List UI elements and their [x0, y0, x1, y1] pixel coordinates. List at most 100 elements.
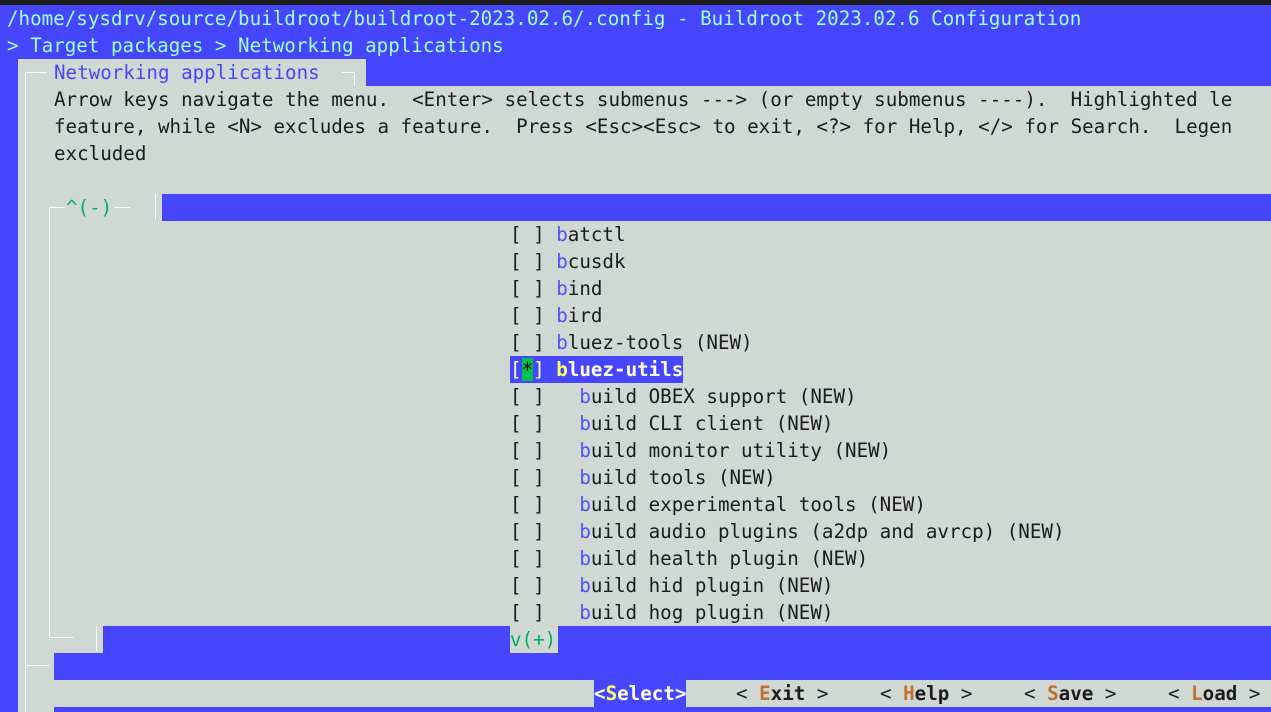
menuconfig-dialog: Networking applications Arrow keys navig…	[18, 59, 1271, 712]
menu-item-selected[interactable]: [*] bluez-utils	[510, 356, 684, 383]
menu-item[interactable]: [ ] build health plugin (NEW)	[510, 545, 868, 572]
menu-border-left	[49, 207, 50, 637]
menu-item-checkbox[interactable]: [ ]	[510, 223, 545, 246]
button-label: ave	[1058, 682, 1094, 705]
button-save[interactable]: < Save >	[1024, 680, 1116, 707]
scroll-up-indicator[interactable]: ^(-)	[66, 194, 112, 221]
menu-item[interactable]: [ ] bcusdk	[510, 248, 626, 275]
button-bracket-close: >	[1093, 682, 1117, 705]
menu-item-label: luez-tools (NEW)	[567, 331, 753, 354]
menu-item-checkbox[interactable]: [ ]	[510, 439, 545, 462]
menu-item-checkbox[interactable]: [*]	[510, 358, 545, 381]
menu-item-hotkey: b	[579, 601, 591, 624]
menu-item[interactable]: [ ] batctl	[510, 221, 626, 248]
menu-item-hotkey: b	[556, 277, 568, 300]
dialog-border-top-right	[342, 72, 354, 73]
menu-item-spacer	[545, 223, 557, 246]
menu-item-checkbox[interactable]: [ ]	[510, 547, 545, 570]
menu-item-checkbox[interactable]: [ ]	[510, 466, 545, 489]
button-hotkey: L	[1191, 682, 1203, 705]
menu-item-spacer	[545, 547, 580, 570]
menu-border-bottom-tick	[96, 626, 97, 651]
menu-item-checkbox[interactable]: [ ]	[510, 250, 545, 273]
menu-item[interactable]: [ ] build tools (NEW)	[510, 464, 776, 491]
menu-item[interactable]: [ ] build hid plugin (NEW)	[510, 572, 833, 599]
menu-item-checkbox[interactable]: [ ]	[510, 412, 545, 435]
button-separator-band	[54, 653, 1271, 680]
menu-bottom-band-right	[558, 626, 1271, 653]
dialog-border-top-left	[25, 72, 47, 73]
menu-item[interactable]: [ ] bluez-tools (NEW)	[510, 329, 753, 356]
checkbox-bracket-open: [	[510, 358, 522, 381]
menu-item-label: uild audio plugins (a2dp and avrcp) (NEW…	[590, 520, 1065, 543]
menu-border-top-mid	[114, 207, 130, 208]
menu-item-spacer	[545, 277, 557, 300]
menu-item-label: uild hid plugin (NEW)	[590, 574, 834, 597]
menu-item-label: cusdk	[567, 250, 626, 273]
menu-item-hotkey: b	[556, 304, 568, 327]
menu-border-tick	[155, 194, 156, 219]
scroll-down-indicator[interactable]: v(+)	[510, 626, 557, 653]
button-bracket-open: <	[594, 682, 606, 705]
menu-top-band	[162, 194, 1271, 221]
button-bracket-close: >	[1237, 682, 1261, 705]
breadcrumb: > Target packages > Networking applicati…	[7, 34, 504, 57]
button-load[interactable]: < Load >	[1168, 680, 1260, 707]
menu-item-label: uild tools (NEW)	[590, 466, 776, 489]
menu-item[interactable]: [ ] bind	[510, 275, 602, 302]
menu-item-label: ind	[567, 277, 603, 300]
button-separator-left	[25, 665, 49, 666]
menu-item-label: uild CLI client (NEW)	[590, 412, 834, 435]
menu-item-checkbox[interactable]: [ ]	[510, 277, 545, 300]
menu-item[interactable]: [ ] build audio plugins (a2dp and avrcp)…	[510, 518, 1065, 545]
menu-item-spacer	[545, 331, 557, 354]
window-title: /home/sysdrv/source/buildroot/buildroot-…	[7, 7, 1082, 30]
menu-item-spacer	[545, 493, 580, 516]
menu-item-hotkey: b	[579, 385, 591, 408]
menu-item[interactable]: [ ] build hog plugin (NEW)	[510, 599, 833, 626]
menu-item-label: uild experimental tools (NEW)	[590, 493, 926, 516]
button-hotkey: S	[605, 682, 618, 705]
menu-item-spacer	[545, 250, 557, 273]
menu-item[interactable]: [ ] build experimental tools (NEW)	[510, 491, 926, 518]
menu-item-spacer	[545, 304, 557, 327]
menu-item-checkbox[interactable]: [ ]	[510, 304, 545, 327]
menu-item-checkbox[interactable]: [ ]	[510, 520, 545, 543]
button-bracket-open: <	[1024, 682, 1048, 705]
menu-item-hotkey: b	[556, 358, 568, 381]
button-help[interactable]: < Help >	[880, 680, 972, 707]
button-label: oad	[1202, 682, 1238, 705]
button-hotkey: H	[903, 682, 915, 705]
menu-item-hotkey: b	[579, 466, 591, 489]
menu-item-checkbox[interactable]: [ ]	[510, 493, 545, 516]
menu-item-checkbox[interactable]: [ ]	[510, 574, 545, 597]
button-label: xit	[770, 682, 806, 705]
menu-item-checkbox[interactable]: [ ]	[510, 331, 545, 354]
menu-item[interactable]: [ ] build monitor utility (NEW)	[510, 437, 891, 464]
menu-item-spacer	[545, 358, 557, 381]
menu-item-hotkey: b	[579, 412, 591, 435]
menu-item-checkbox[interactable]: [ ]	[510, 601, 545, 624]
menu-item-checkbox[interactable]: [ ]	[510, 385, 545, 408]
menu-item-hotkey: b	[556, 250, 568, 273]
menu-item[interactable]: [ ] build OBEX support (NEW)	[510, 383, 857, 410]
button-hotkey: E	[759, 682, 771, 705]
button-exit[interactable]: < Exit >	[736, 680, 828, 707]
button-bracket-open: <	[880, 682, 904, 705]
dialog-bottom-band	[54, 707, 1271, 712]
menu-item-hotkey: b	[556, 223, 568, 246]
button-hotkey: S	[1047, 682, 1059, 705]
menu-item-label: uild hog plugin (NEW)	[590, 601, 834, 624]
button-bracket-open: <	[736, 682, 760, 705]
menu-border-bottom	[49, 637, 73, 638]
menu-item-spacer	[545, 412, 580, 435]
menu-item-hotkey: b	[579, 493, 591, 516]
button-select[interactable]: <Select>	[594, 680, 687, 707]
menu-item[interactable]: [ ] bird	[510, 302, 602, 329]
button-bracket-open: <	[1168, 682, 1192, 705]
menu-item[interactable]: [ ] build CLI client (NEW)	[510, 410, 833, 437]
help-line-3: excluded	[54, 142, 147, 165]
checkbox-bracket-close: ]	[533, 358, 545, 381]
menu-item-label: uild health plugin (NEW)	[590, 547, 869, 570]
menu-item-label: atctl	[567, 223, 626, 246]
